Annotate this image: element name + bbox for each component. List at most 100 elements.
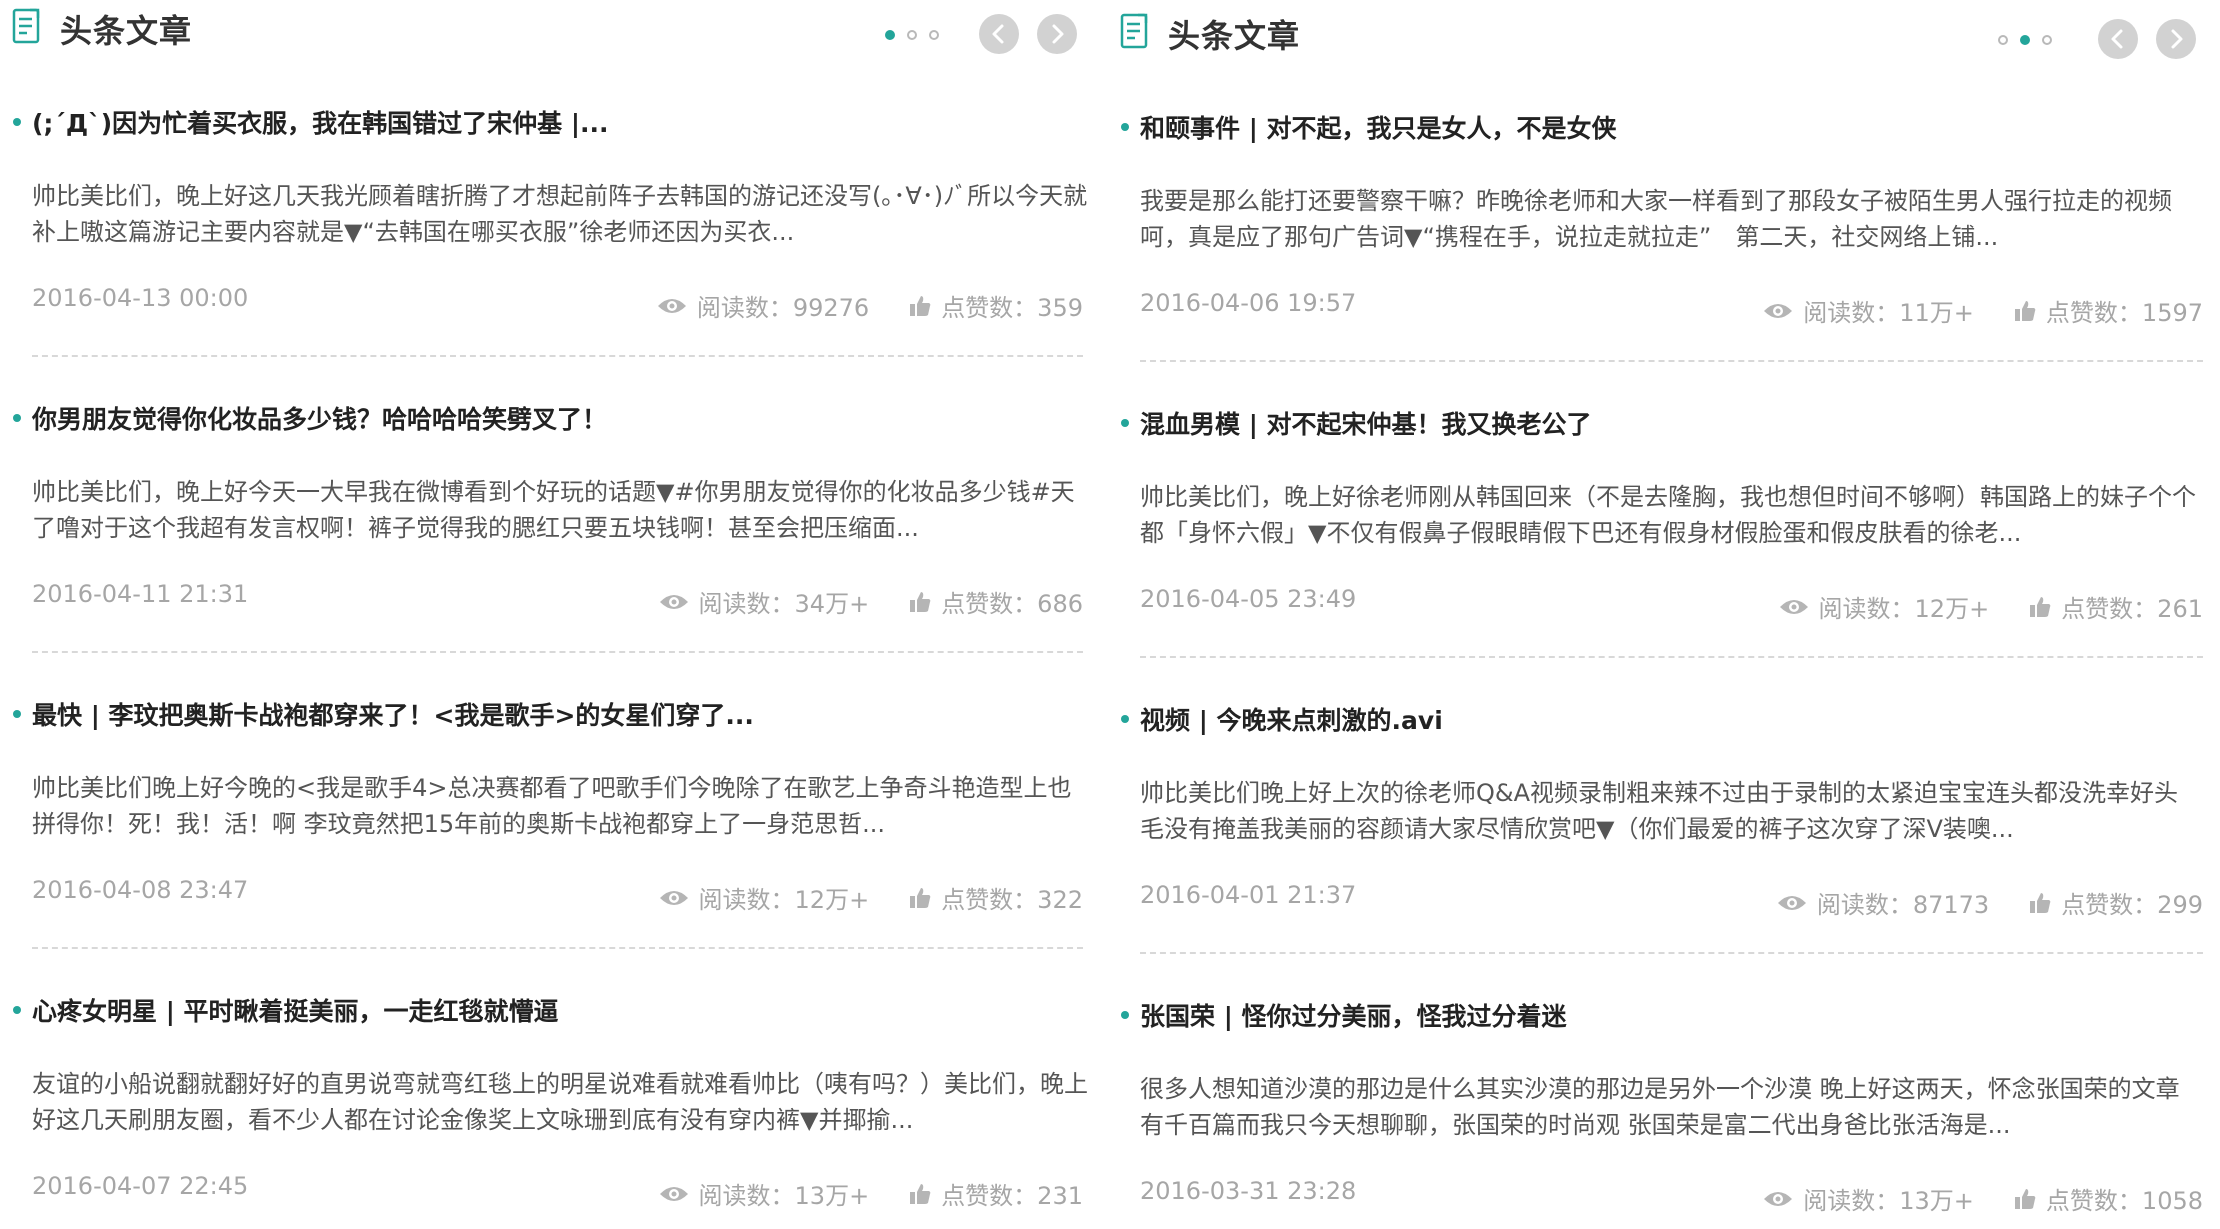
eye-icon bbox=[657, 298, 686, 313]
article-title[interactable]: 张国荣 | 怪你过分美丽，怪我过分着迷 bbox=[1140, 997, 1567, 1033]
article-stats: 阅读数：12万+ 点赞数：322 bbox=[659, 880, 1083, 915]
divider bbox=[1140, 952, 2203, 954]
article-summary: 帅比美比们晚上好上次的徐老师Q&A视频录制粗来辣不过由于录制的太紧迫宝宝连头都没… bbox=[1140, 779, 2179, 843]
read-count: 阅读数：34万+ bbox=[659, 584, 869, 619]
read-count: 阅读数：87173 bbox=[1777, 885, 1989, 920]
chevron-left-icon bbox=[992, 24, 1004, 44]
eye-icon bbox=[1779, 599, 1808, 614]
pager-dot-2[interactable] bbox=[2020, 35, 2030, 45]
panel-title: 头条文章 bbox=[1168, 17, 1301, 55]
article-stats: 阅读数：11万+ 点赞数：1597 bbox=[1763, 293, 2203, 328]
page: 头条文章 (;´Д`)因为忙着买衣服，我在韩国错过了宋仲基 |... 帅比美比们… bbox=[0, 0, 2220, 1229]
article-summary: 友谊的小船说翻就翻好好的直男说弯就弯红毯上的明星说难看就难看帅比（咦有吗？）美比… bbox=[32, 1070, 1088, 1134]
bullet bbox=[13, 414, 21, 422]
article-date: 2016-04-08 23:47 bbox=[32, 876, 249, 904]
read-count: 阅读数：12万+ bbox=[659, 880, 869, 915]
bullet bbox=[1121, 123, 1129, 131]
article-date: 2016-04-07 22:45 bbox=[32, 1172, 249, 1200]
panel-header: 头条文章 bbox=[0, 0, 1100, 60]
divider bbox=[32, 651, 1083, 653]
article-stats: 阅读数：12万+ 点赞数：261 bbox=[1779, 589, 2203, 624]
article-stats: 阅读数：99276 点赞数：359 bbox=[657, 288, 1083, 323]
pager-dot-3[interactable] bbox=[929, 30, 939, 40]
article-stats: 阅读数：13万+ 点赞数：231 bbox=[659, 1176, 1083, 1211]
article-summary: 很多人想知道沙漠的那边是什么其实沙漠的那边是另外一个沙漠 晚上好这两天，怀念张国… bbox=[1140, 1075, 2180, 1139]
article-summary: 帅比美比们晚上好今晚的<我是歌手4>总决赛都看了吧歌手们今晚除了在歌艺上争奇斗艳… bbox=[32, 774, 1072, 838]
pager-dot-2[interactable] bbox=[907, 30, 917, 40]
like-count: 点赞数：231 bbox=[909, 1176, 1083, 1211]
article-summary: 帅比美比们，晚上好今天一大早我在微博看到个好玩的话题▼#你男朋友觉得你的化妆品多… bbox=[32, 478, 1075, 542]
pager-dot-1[interactable] bbox=[1998, 35, 2008, 45]
eye-icon bbox=[659, 890, 688, 905]
bullet bbox=[1121, 715, 1129, 723]
prev-button[interactable] bbox=[2098, 19, 2138, 59]
article-title[interactable]: 和颐事件 | 对不起，我只是女人，不是女侠 bbox=[1140, 109, 1617, 145]
article-icon bbox=[1120, 13, 1148, 49]
headline-articles-panel-2: 头条文章 和颐事件 | 对不起，我只是女人，不是女侠 我要是那么能打还要警察干嘛… bbox=[1108, 0, 2220, 1229]
article-title[interactable]: 心疼女明星 | 平时瞅着挺美丽，一走红毯就懵逼 bbox=[32, 992, 559, 1028]
chevron-right-icon bbox=[1052, 24, 1064, 44]
article-date: 2016-04-06 19:57 bbox=[1140, 289, 1357, 317]
like-count: 点赞数：1597 bbox=[2014, 293, 2203, 328]
article-icon bbox=[12, 8, 40, 44]
eye-icon bbox=[1764, 303, 1793, 318]
read-count: 阅读数：99276 bbox=[657, 288, 869, 323]
eye-icon bbox=[659, 1186, 688, 1201]
bullet bbox=[1121, 1011, 1129, 1019]
divider bbox=[32, 355, 1083, 357]
like-count: 点赞数：686 bbox=[909, 584, 1083, 619]
article-title[interactable]: 视频 | 今晚来点刺激的.avi bbox=[1140, 701, 1443, 737]
article-date: 2016-04-13 00:00 bbox=[32, 284, 249, 312]
bullet bbox=[13, 118, 21, 126]
thumbs-up-icon bbox=[910, 591, 931, 612]
like-count: 点赞数：322 bbox=[909, 880, 1083, 915]
article-date: 2016-04-01 21:37 bbox=[1140, 881, 1357, 909]
panel-header: 头条文章 bbox=[1108, 5, 2220, 65]
article-summary: 帅比美比们，晚上好这几天我光顾着瞎折腾了才想起前阵子去韩国的游记还没写(｡･∀･… bbox=[32, 182, 1088, 246]
next-button[interactable] bbox=[1037, 14, 1077, 54]
bullet bbox=[1121, 419, 1129, 427]
read-count: 阅读数：13万+ bbox=[659, 1176, 869, 1211]
chevron-left-icon bbox=[2111, 29, 2123, 49]
article-date: 2016-03-31 23:28 bbox=[1140, 1177, 1357, 1205]
like-count: 点赞数：261 bbox=[2029, 589, 2203, 624]
article-summary: 我要是那么能打还要警察干嘛？昨晚徐老师和大家一样看到了那段女子被陌生男人强行拉走… bbox=[1140, 187, 2172, 251]
article-stats: 阅读数：87173 点赞数：299 bbox=[1777, 885, 2203, 920]
thumbs-up-icon bbox=[910, 1183, 931, 1204]
bullet bbox=[13, 710, 21, 718]
article-summary: 帅比美比们，晚上好徐老师刚从韩国回来（不是去隆胸，我也想但时间不够啊）韩国路上的… bbox=[1140, 483, 2196, 547]
divider bbox=[1140, 656, 2203, 658]
thumbs-up-icon bbox=[910, 887, 931, 908]
read-count: 阅读数：12万+ bbox=[1779, 589, 1989, 624]
read-count: 阅读数：11万+ bbox=[1763, 293, 1974, 328]
chevron-right-icon bbox=[2171, 29, 2183, 49]
article-title[interactable]: 最快 | 李玟把奥斯卡战袍都穿来了！<我是歌手>的女星们穿了... bbox=[32, 696, 754, 732]
divider bbox=[32, 947, 1083, 949]
divider bbox=[1140, 360, 2203, 362]
thumbs-up-icon bbox=[910, 295, 931, 316]
carousel-pager bbox=[1998, 35, 2052, 45]
thumbs-up-icon bbox=[2030, 596, 2051, 617]
panel-title: 头条文章 bbox=[60, 12, 193, 50]
article-title[interactable]: 混血男模 | 对不起宋仲基！我又换老公了 bbox=[1140, 405, 1592, 441]
prev-button[interactable] bbox=[979, 14, 1019, 54]
article-title[interactable]: (;´Д`)因为忙着买衣服，我在韩国错过了宋仲基 |... bbox=[32, 104, 608, 140]
eye-icon bbox=[1777, 895, 1806, 910]
pager-dot-1[interactable] bbox=[885, 30, 895, 40]
thumbs-up-icon bbox=[2014, 300, 2036, 321]
next-button[interactable] bbox=[2156, 19, 2196, 59]
thumbs-up-icon bbox=[2030, 892, 2051, 913]
like-count: 点赞数：359 bbox=[909, 288, 1083, 323]
bullet bbox=[13, 1006, 21, 1014]
carousel-pager bbox=[885, 30, 939, 40]
eye-icon bbox=[1764, 1191, 1793, 1206]
article-title[interactable]: 你男朋友觉得你化妆品多少钱？哈哈哈哈笑劈叉了！ bbox=[32, 400, 607, 436]
article-date: 2016-04-11 21:31 bbox=[32, 580, 249, 608]
pager-dot-3[interactable] bbox=[2042, 35, 2052, 45]
headline-articles-panel-1: 头条文章 (;´Д`)因为忙着买衣服，我在韩国错过了宋仲基 |... 帅比美比们… bbox=[0, 0, 1100, 1229]
like-count: 点赞数：1058 bbox=[2014, 1181, 2203, 1216]
article-stats: 阅读数：13万+ 点赞数：1058 bbox=[1763, 1181, 2203, 1216]
read-count: 阅读数：13万+ bbox=[1763, 1181, 1974, 1216]
article-date: 2016-04-05 23:49 bbox=[1140, 585, 1357, 613]
thumbs-up-icon bbox=[2014, 1188, 2036, 1209]
